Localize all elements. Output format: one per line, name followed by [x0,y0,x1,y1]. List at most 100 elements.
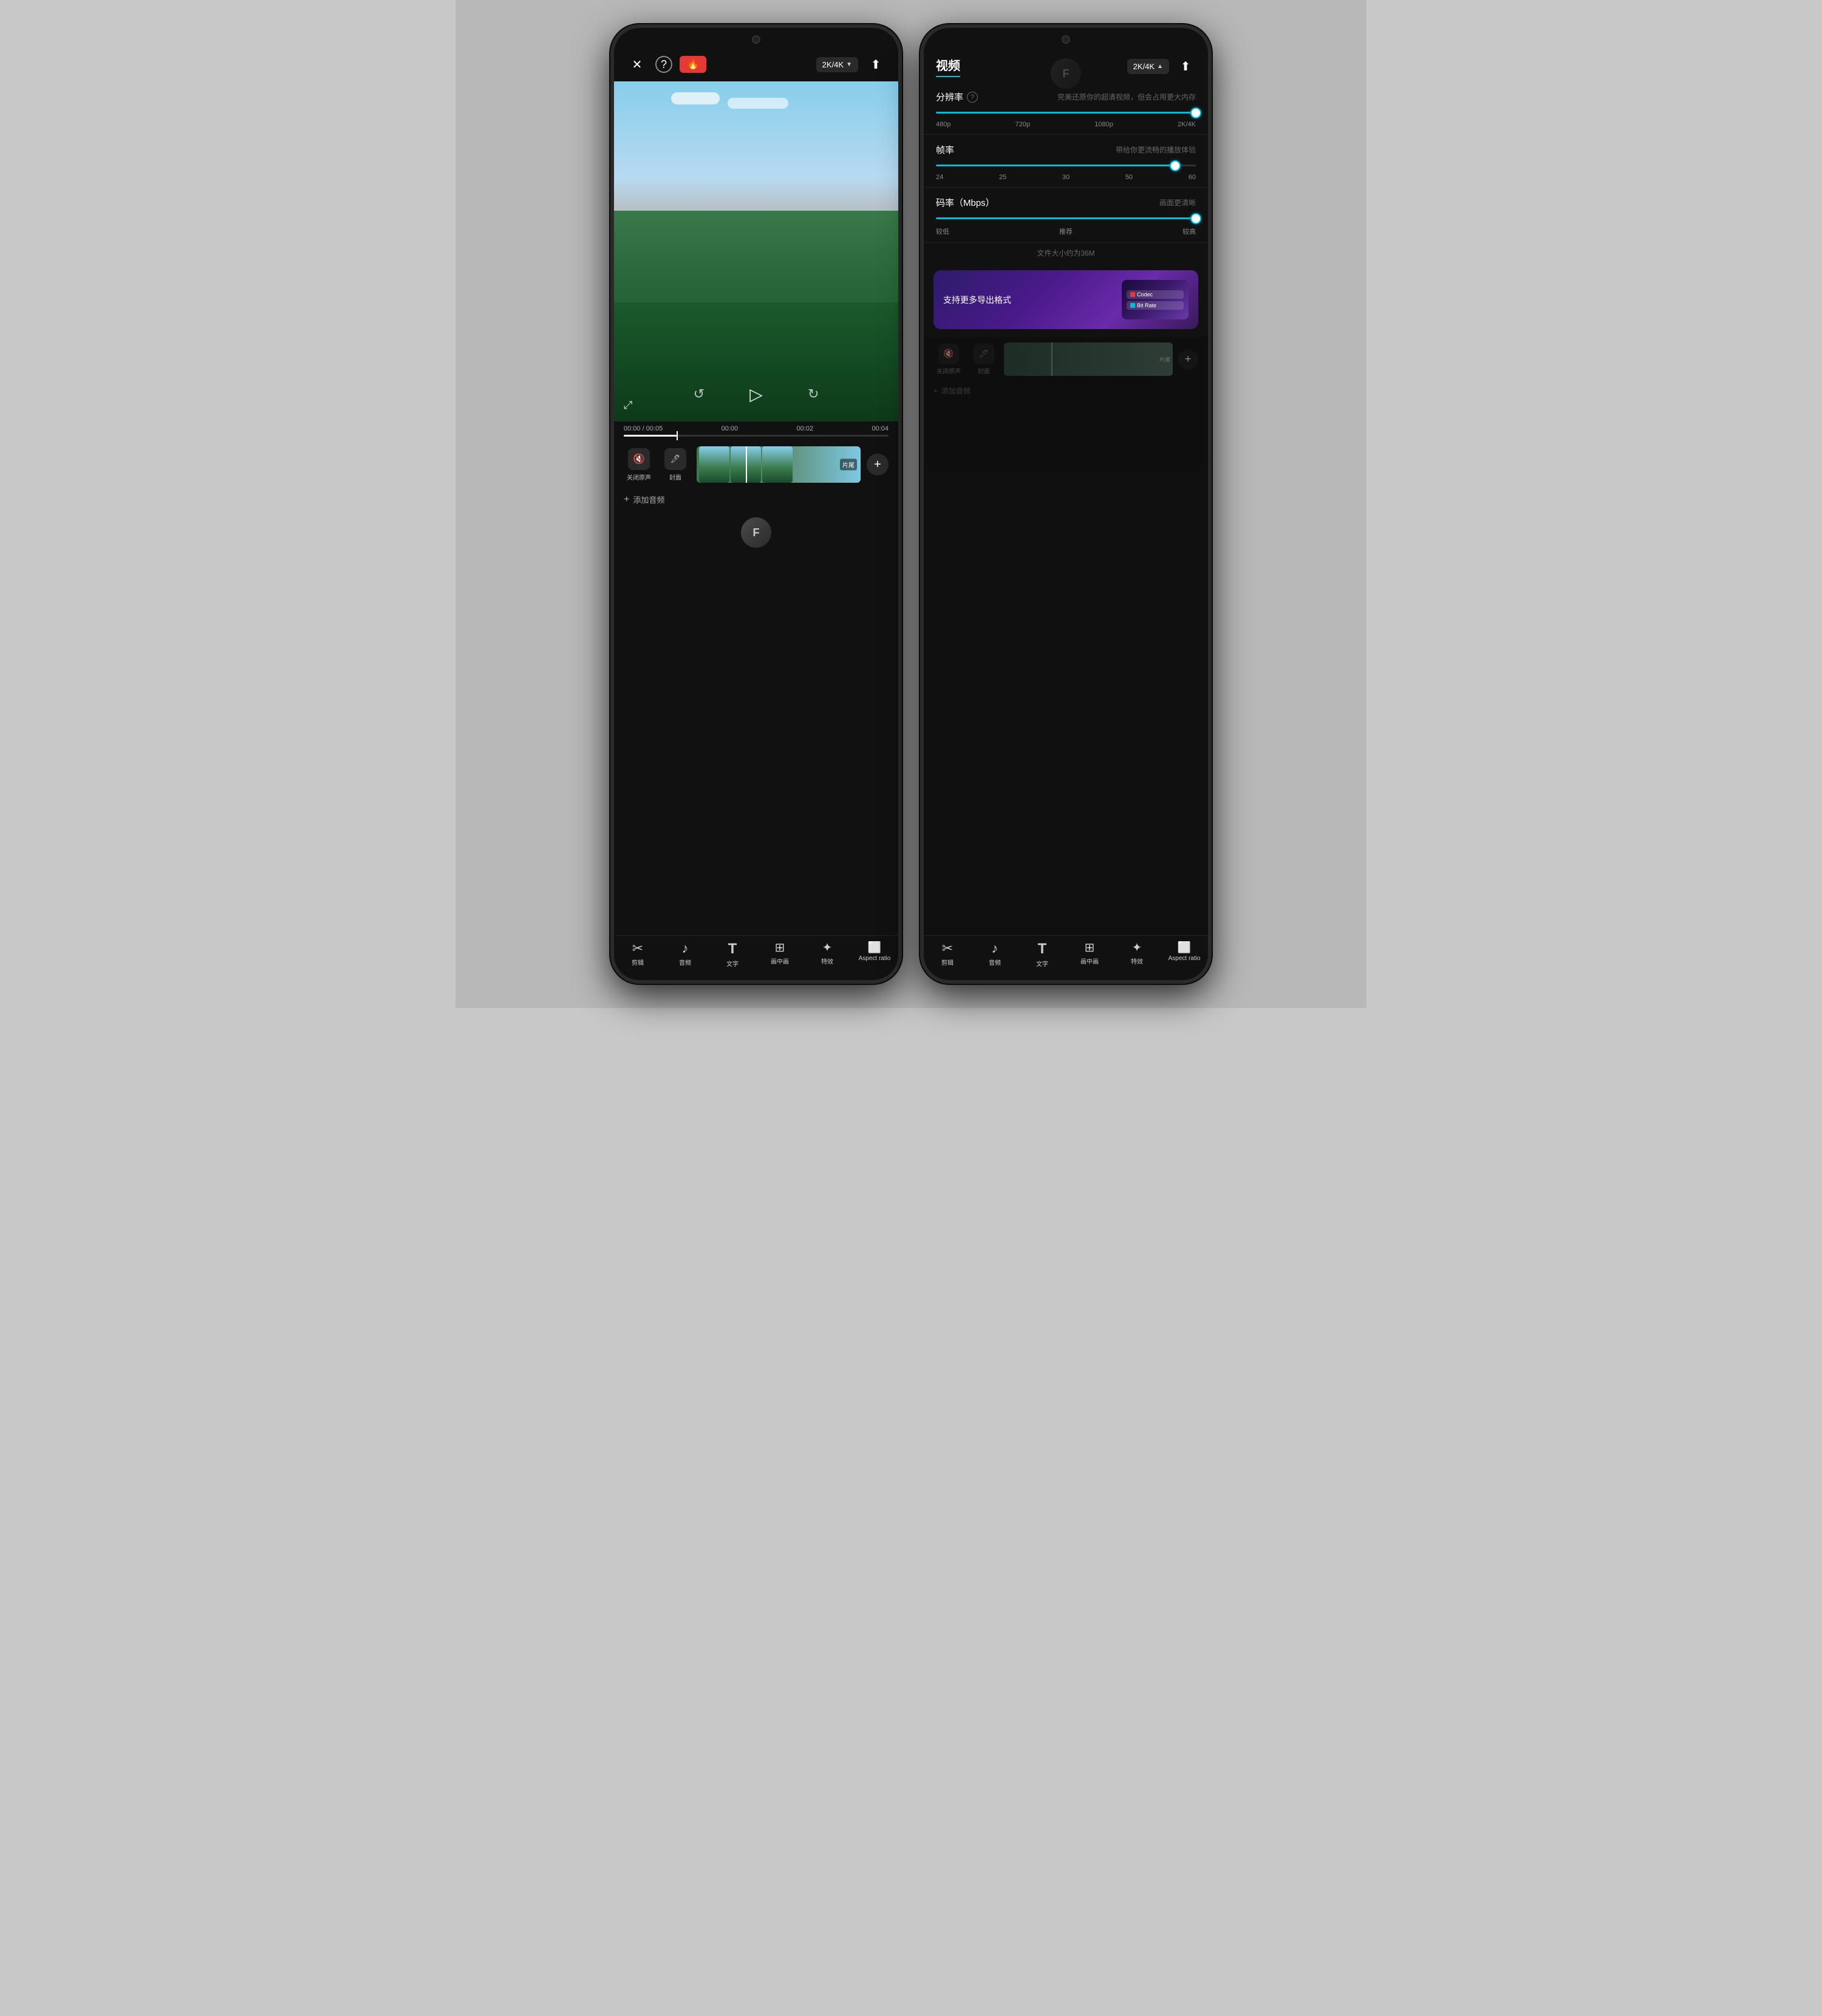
bitrate-section: 码率（Mbps） 画面更清晰 较低 推荐 [924,188,1208,243]
upload-button-left[interactable]: ⬆ [865,54,886,75]
power-button-right[interactable] [1208,409,1212,445]
mute-button[interactable]: 🔇 关闭原声 [624,448,654,482]
play-button[interactable]: ▷ [741,379,771,409]
right-mute-label: 关闭原声 [937,366,961,375]
bitrate-label: Bit Rate [1137,302,1156,308]
timeline-cursor [677,431,678,440]
timeline-bar-left: 00:00 / 00:05 00:00 00:02 00:04 [614,421,898,440]
tool-aspect-ratio-label-right: Aspect ratio [1169,955,1201,962]
codec-label: Codec [1137,291,1153,298]
text-icon: T [728,942,737,956]
bitrate-slider-labels: 较低 推荐 较高 [936,226,1196,236]
bitrate-label: 码率（Mbps） [936,196,995,209]
resolution-slider-track[interactable] [936,112,1196,114]
effects-icon-right: ✦ [1132,942,1142,954]
resolution-slider-container [936,107,1196,116]
mute-icon: 🔇 [628,448,650,470]
audio-icon-right: ♪ [992,942,998,955]
tool-aspect-ratio[interactable]: ⬜ Aspect ratio [858,942,892,962]
pip-icon-right: ⊞ [1085,942,1095,954]
bitrate-slider-thumb[interactable] [1190,213,1201,224]
left-phone-content: ✕ ? 🔥 2K/4K ▼ ⬆ [614,47,898,980]
text-icon-right: T [1038,942,1047,956]
tool-aspect-ratio-right[interactable]: ⬜ Aspect ratio [1168,942,1201,968]
flame-button[interactable]: 🔥 [680,56,706,73]
formats-preview-inner: Codec Bit Rate [1122,280,1189,319]
cover-button[interactable]: 🖊 封面 [660,448,691,482]
help-button[interactable]: ? [655,56,672,73]
right-phone-inner: F 视频 2K/4K ▲ ⬆ 分辨率 [924,28,1208,980]
tool-text[interactable]: T 文字 [716,942,749,968]
time-label: 00:00 / 00:05 00:00 00:02 00:04 [624,425,889,432]
tool-effects-right[interactable]: ✦ 特效 [1121,942,1154,968]
bitrate-hint: 画面更清晰 [1159,197,1196,208]
aspect-ratio-icon-right: ⬜ [1178,942,1191,953]
video-landscape [614,81,898,421]
tool-scissors-right[interactable]: ✂ 剪辑 [931,942,964,968]
scissors-icon: ✂ [632,942,643,955]
framerate-label-row: 帧率 带给你更流畅的播放体验 [936,143,1196,156]
bitrate-slider-fill [936,217,1196,219]
brand-logo-area-left: F [614,510,898,555]
rotate-right-button[interactable]: ↻ [808,386,819,402]
left-phone: ✕ ? 🔥 2K/4K ▼ ⬆ [610,24,902,984]
track-end-label: 片尾 [840,459,857,471]
resolution-section: 分辨率 ? 完美还原你的超清视频，但会占用更大内存 [924,82,1208,135]
upload-button-right[interactable]: ⬆ [1175,56,1196,77]
codec-badge-icon [1130,292,1135,297]
track-section: 🔇 关闭原声 🖊 封面 [614,440,898,489]
resolution-slider-thumb[interactable] [1190,107,1201,118]
video-preview-left: ⤢ ↺ ▷ ↻ [614,81,898,421]
phone-notch-right [924,28,1208,47]
time-mark3: 00:04 [872,425,889,432]
editor-panel-right: 🔇 关闭原声 🖊 封面 片尾 + [924,336,1208,935]
timeline-track-left[interactable] [624,435,889,437]
tool-text-right[interactable]: T 文字 [1026,942,1059,968]
framerate-hint: 带给你更流畅的播放体验 [1116,145,1196,155]
rotate-left-button[interactable]: ↺ [694,386,705,402]
framerate-slider-thumb[interactable] [1170,160,1181,171]
close-button[interactable]: ✕ [626,53,648,75]
audio-add-row[interactable]: + 添加音频 [614,489,898,510]
bitrate-slider-track[interactable] [936,217,1196,219]
right-phone-content: F 视频 2K/4K ▲ ⬆ 分辨率 [924,47,1208,980]
tool-effects-label: 特效 [821,956,833,965]
file-size-hint: 文件大小约为36M [924,243,1208,263]
left-phone-inner: ✕ ? 🔥 2K/4K ▼ ⬆ [614,28,898,980]
tool-effects[interactable]: ✦ 特效 [811,942,844,965]
right-timeline-header: 🔇 关闭原声 🖊 封面 片尾 + [924,336,1208,382]
export-panel: F 视频 2K/4K ▲ ⬆ 分辨率 [924,47,1208,935]
tool-pip-right[interactable]: ⊞ 画中画 [1073,942,1107,968]
video-track[interactable]: 片尾 [697,446,861,483]
formats-banner-text: 支持更多导出格式 [943,294,1116,306]
video-track-inner [697,446,861,483]
framerate-slider-labels: 24 25 30 50 60 [936,174,1196,181]
tool-audio-label: 音频 [679,958,691,967]
brand-logo-right: F [1051,58,1081,89]
bottom-toolbar-right: ✂ 剪辑 ♪ 音频 T 文字 ⊞ 画中画 [924,935,1208,980]
bitrate-mid: 推荐 [1059,226,1073,236]
framerate-slider-fill [936,165,1175,166]
tool-scissors[interactable]: ✂ 剪辑 [621,942,655,967]
tool-audio-right[interactable]: ♪ 音频 [978,942,1012,968]
right-audio-add-row: +添加音频 [924,382,1208,400]
right-cover-label: 封面 [978,366,990,375]
resolution-help-icon[interactable]: ? [967,92,978,103]
right-mute-btn: 🔇 关闭原声 [933,344,964,375]
fps-24: 24 [936,174,943,181]
add-track-button[interactable]: + [867,454,889,475]
tool-text-label: 文字 [726,959,739,968]
tool-audio-label-right: 音频 [989,958,1001,967]
export-header: F 视频 2K/4K ▲ ⬆ [924,47,1208,82]
quality-selector-right[interactable]: 2K/4K ▲ [1127,59,1169,74]
tool-pip[interactable]: ⊞ 画中画 [763,942,797,965]
tool-audio[interactable]: ♪ 音频 [669,942,702,967]
time-mark2: 00:02 [797,425,814,432]
quality-selector-left[interactable]: 2K/4K ▼ [816,57,858,72]
fps-25: 25 [999,174,1006,181]
framerate-slider-track[interactable] [936,165,1196,166]
formats-banner[interactable]: 支持更多导出格式 Codec Bit Rate [933,270,1198,329]
power-button[interactable] [898,409,902,445]
tool-aspect-ratio-label: Aspect ratio [859,955,891,962]
right-track-end: 片尾 [1159,355,1170,363]
